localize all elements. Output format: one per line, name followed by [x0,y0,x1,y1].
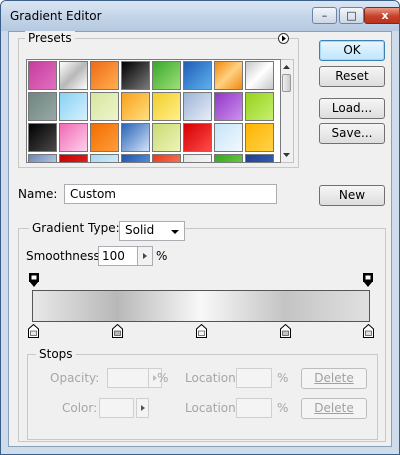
color-location-label: Location: [185,401,240,415]
gradient-editor-window: Gradient Editor – □ x Presets OK Reset L… [0,0,400,455]
delete-opacity-stop-button[interactable]: Delete [301,368,367,389]
preset-swatch[interactable] [90,92,119,121]
delete-color-label: Delete [314,401,354,415]
color-label: Color: [62,401,98,415]
maximize-icon: □ [346,9,357,22]
opacity-label: Opacity: [50,371,100,385]
dialog-body: Presets OK Reset Load... Save... Name: C… [8,31,392,447]
preset-swatch[interactable] [214,123,243,152]
gradient-type-value: Solid [125,223,155,237]
smoothness-value: 100 [102,249,125,263]
reset-button[interactable]: Reset [319,66,385,87]
minimize-button[interactable]: – [312,7,337,24]
gradient-preview-bar[interactable] [32,290,370,322]
opacity-location-field[interactable] [236,368,272,388]
minimize-icon: – [321,9,328,22]
color-swatch[interactable] [99,398,134,418]
save-button[interactable]: Save... [319,123,385,144]
preset-swatch[interactable] [121,92,150,121]
preset-swatch[interactable] [245,92,274,121]
smoothness-unit: % [156,249,168,263]
preset-swatch[interactable] [245,123,274,152]
name-label: Name: [18,187,58,201]
scroll-up-icon [283,65,290,69]
arrow-right-icon [143,253,147,259]
scrollbar-thumb[interactable] [282,74,291,92]
color-stop-icon[interactable] [28,324,39,338]
color-stop-icon[interactable] [112,324,123,338]
gradient-type-dropdown[interactable]: Solid [119,221,185,241]
presets-menu-button[interactable] [278,33,289,44]
preset-swatch[interactable] [214,92,243,121]
preset-swatch[interactable] [183,123,212,152]
preset-swatch-grid[interactable] [26,59,281,163]
new-button[interactable]: New [319,185,385,206]
delete-opacity-label: Delete [314,371,354,385]
preset-swatch[interactable] [28,154,57,162]
preset-swatch[interactable] [183,92,212,121]
opacity-location-unit: % [277,371,289,385]
smoothness-field[interactable]: 100 [98,246,153,266]
opacity-field[interactable] [107,368,162,388]
chevron-down-icon [171,230,179,234]
preset-swatch[interactable] [121,154,150,162]
preset-swatch[interactable] [90,61,119,90]
preset-swatch[interactable] [214,154,243,162]
preset-swatch[interactable] [59,123,88,152]
smoothness-arrow-button[interactable] [137,247,152,265]
color-stop-icon[interactable] [363,324,374,338]
preset-swatch[interactable] [214,61,243,90]
load-button[interactable]: Load... [319,98,385,119]
preset-swatch[interactable] [152,92,181,121]
presets-group: Presets [18,31,299,168]
presets-scrollbar[interactable] [281,59,294,163]
opacity-stop-right-icon[interactable] [363,273,373,288]
flyout-arrow-icon [282,35,286,42]
preset-swatch[interactable] [152,61,181,90]
color-location-unit: % [277,401,289,415]
close-button[interactable]: x [364,7,399,24]
name-field[interactable]: Custom [64,184,277,204]
arrow-right-icon [141,405,145,411]
color-arrow-button[interactable] [136,398,149,418]
preset-swatch[interactable] [28,61,57,90]
preset-swatch[interactable] [28,92,57,121]
preset-swatch[interactable] [183,61,212,90]
presets-label: Presets [25,31,75,45]
preset-swatch[interactable] [245,61,274,90]
color-stop-icon[interactable] [196,324,207,338]
opacity-location-label: Location: [185,371,240,385]
smoothness-label: Smoothness: [26,249,104,263]
scroll-down-icon [283,153,290,157]
preset-swatch[interactable] [59,61,88,90]
maximize-button[interactable]: □ [339,7,364,24]
preset-swatch[interactable] [121,61,150,90]
delete-color-stop-button[interactable]: Delete [301,398,367,419]
preset-swatch[interactable] [183,154,212,162]
gradient-group: Gradient Type: Solid Smoothness: 100 % S… [18,221,386,442]
preset-swatch[interactable] [121,123,150,152]
color-stop-icon[interactable] [280,324,291,338]
preset-swatch[interactable] [245,154,274,162]
preset-swatch[interactable] [152,154,181,162]
color-location-field[interactable] [236,398,272,418]
stops-label: Stops [36,347,76,361]
ok-button[interactable]: OK [319,40,385,61]
opacity-stop-left-icon[interactable] [29,273,39,288]
window-title: Gradient Editor [10,9,102,23]
preset-swatch[interactable] [90,154,119,162]
close-icon: x [381,9,389,22]
title-bar: Gradient Editor – □ x [1,1,399,31]
preset-swatch[interactable] [59,154,88,162]
preset-swatch[interactable] [59,92,88,121]
preset-swatch[interactable] [90,123,119,152]
gradient-type-label: Gradient Type: [29,221,123,235]
opacity-unit: % [157,371,169,385]
preset-swatch[interactable] [28,123,57,152]
preset-swatch[interactable] [152,123,181,152]
stops-group: Stops Opacity: % Location: % Delete Colo… [27,347,378,440]
